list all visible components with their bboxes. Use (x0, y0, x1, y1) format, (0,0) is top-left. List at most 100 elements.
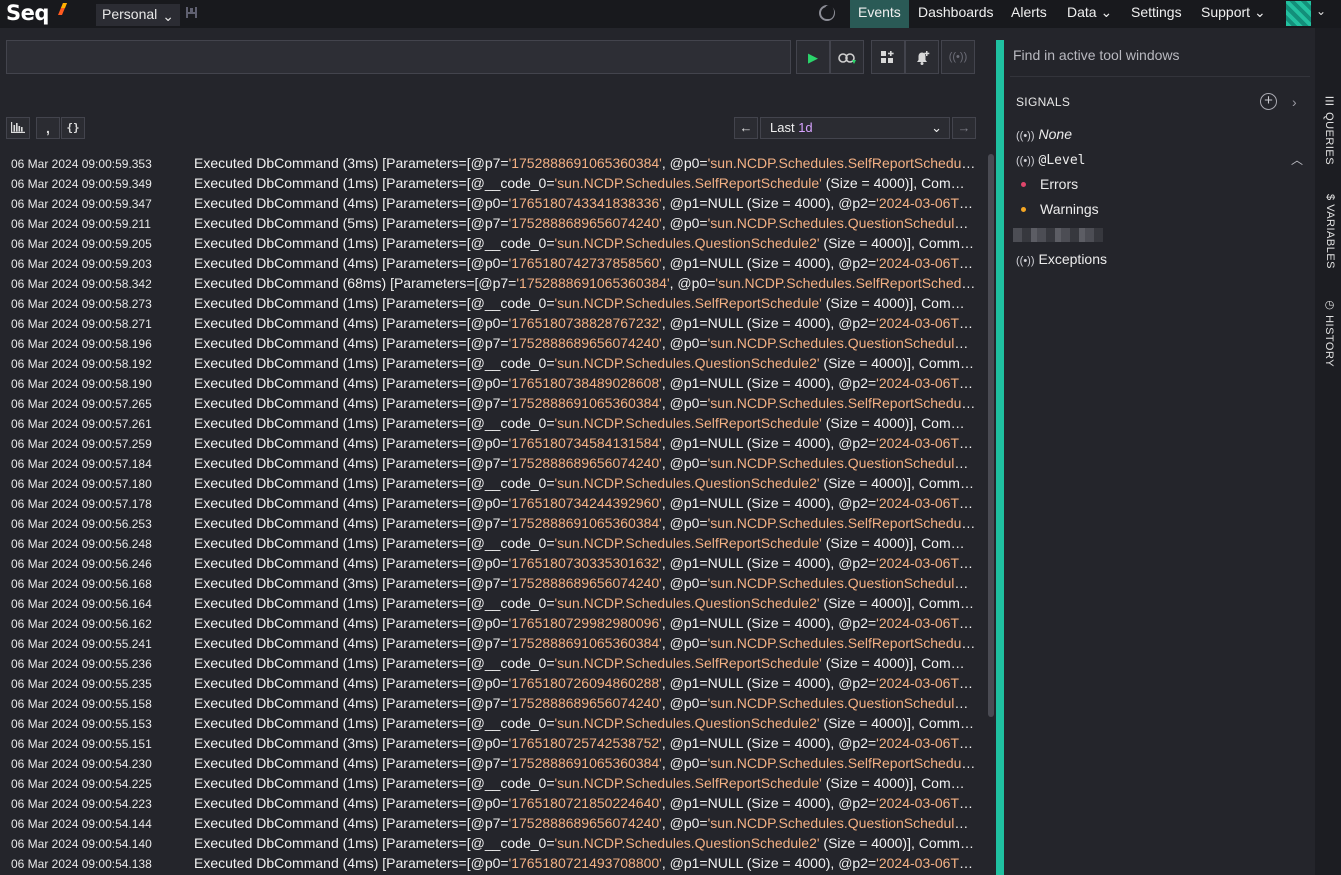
event-row[interactable]: 06 Mar 2024 09:00:54.225 Executed DbComma… (0, 774, 980, 794)
event-row[interactable]: 06 Mar 2024 09:00:55.153 Executed DbComma… (0, 714, 980, 734)
event-message: Executed DbCommand (4ms) [Parameters=[@p… (194, 855, 976, 871)
nav-support-label: Support (1201, 4, 1251, 20)
event-row[interactable]: 06 Mar 2024 09:00:57.265 Executed DbComma… (0, 394, 980, 414)
event-row[interactable]: 06 Mar 2024 09:00:55.241 Executed DbComma… (0, 634, 980, 654)
event-row[interactable]: 06 Mar 2024 09:00:56.246 Executed DbComma… (0, 554, 980, 574)
refresh-link-icon (838, 53, 856, 64)
event-timestamp: 06 Mar 2024 09:00:57.265 (11, 397, 152, 411)
app-logo[interactable]: Seq (6, 1, 49, 25)
event-row[interactable]: 06 Mar 2024 09:00:57.180 Executed DbComma… (0, 474, 980, 494)
nav-data[interactable]: Data ⌄ (1067, 0, 1112, 28)
search-query-input[interactable] (6, 40, 791, 74)
event-row[interactable]: 06 Mar 2024 09:00:58.192 Executed DbComma… (0, 354, 980, 374)
signal-none-label: None (1038, 126, 1072, 142)
event-row[interactable]: 06 Mar 2024 09:00:56.162 Executed DbComma… (0, 614, 980, 634)
event-row[interactable]: 06 Mar 2024 09:00:54.223 Executed DbComma… (0, 794, 980, 814)
signal-button[interactable]: ((•)) (941, 40, 975, 74)
warning-dot-icon (1021, 207, 1026, 212)
event-row[interactable]: 06 Mar 2024 09:00:54.144 Executed DbComma… (0, 814, 980, 834)
range-prefix: Last (770, 120, 795, 135)
event-row[interactable]: 06 Mar 2024 09:00:57.184 Executed DbComma… (0, 454, 980, 474)
comma-format-button[interactable]: , (36, 117, 60, 139)
user-avatar[interactable] (1286, 1, 1311, 26)
event-message: Executed DbCommand (4ms) [Parameters=[@p… (194, 755, 975, 771)
tab-variables[interactable]: $ VARIABLES (1320, 194, 1336, 269)
find-tool-windows-input[interactable]: Find in active tool windows (1013, 47, 1180, 63)
nav-dashboards[interactable]: Dashboards (918, 0, 994, 28)
time-range-select[interactable]: Last 1d ⌄ (760, 117, 950, 139)
redacted-signal[interactable] (1013, 228, 1103, 242)
workspace-settings-icon[interactable] (186, 7, 197, 18)
event-timestamp: 06 Mar 2024 09:00:56.162 (11, 617, 152, 631)
event-row[interactable]: 06 Mar 2024 09:00:55.235 Executed DbComma… (0, 674, 980, 694)
event-row[interactable]: 06 Mar 2024 09:00:59.205 Executed DbComma… (0, 234, 980, 254)
event-row[interactable]: 06 Mar 2024 09:00:57.259 Executed DbComma… (0, 434, 980, 454)
event-row[interactable]: 06 Mar 2024 09:00:54.230 Executed DbComma… (0, 754, 980, 774)
signal-none[interactable]: ((•)) None (1016, 126, 1072, 142)
add-alert-button[interactable] (905, 40, 939, 74)
event-row[interactable]: 06 Mar 2024 09:00:59.349 Executed DbComma… (0, 174, 980, 194)
nav-events[interactable]: Events (850, 0, 909, 28)
event-row[interactable]: 06 Mar 2024 09:00:56.248 Executed DbComma… (0, 534, 980, 554)
bell-add-icon (916, 51, 929, 65)
nav-support[interactable]: Support ⌄ (1201, 0, 1266, 28)
avatar-chevron-down-icon[interactable]: ⌄ (1316, 4, 1326, 18)
range-next-button[interactable]: → (952, 117, 976, 139)
chevron-up-icon[interactable]: ︿ (1291, 151, 1303, 168)
add-to-dashboard-button[interactable] (871, 40, 905, 74)
event-row[interactable]: 06 Mar 2024 09:00:58.273 Executed DbComma… (0, 294, 980, 314)
event-row[interactable]: 06 Mar 2024 09:00:59.211 Executed DbComma… (0, 214, 980, 234)
event-timestamp: 06 Mar 2024 09:00:54.223 (11, 797, 152, 811)
event-row[interactable]: 06 Mar 2024 09:00:54.138 Executed DbComma… (0, 854, 980, 874)
event-row[interactable]: 06 Mar 2024 09:00:58.271 Executed DbComma… (0, 314, 980, 334)
events-scrollbar[interactable] (988, 154, 994, 717)
event-row[interactable]: 06 Mar 2024 09:00:55.151 Executed DbComma… (0, 734, 980, 754)
event-message: Executed DbCommand (4ms) [Parameters=[@p… (194, 395, 975, 411)
signal-exceptions[interactable]: ((•)) Exceptions (1016, 251, 1107, 267)
event-message: Executed DbCommand (4ms) [Parameters=[@p… (194, 815, 973, 831)
event-row[interactable]: 06 Mar 2024 09:00:58.342 Executed DbComma… (0, 274, 980, 294)
add-signal-icon[interactable]: + (1260, 93, 1277, 110)
event-row[interactable]: 06 Mar 2024 09:00:57.261 Executed DbComma… (0, 414, 980, 434)
event-row[interactable]: 06 Mar 2024 09:00:58.190 Executed DbComma… (0, 374, 980, 394)
event-row[interactable]: 06 Mar 2024 09:00:56.164 Executed DbComma… (0, 594, 980, 614)
chevron-down-icon: ⌄ (931, 120, 942, 135)
event-row[interactable]: 06 Mar 2024 09:00:56.253 Executed DbComma… (0, 514, 980, 534)
events-list[interactable]: 06 Mar 2024 09:00:59.353 Executed DbComma… (0, 154, 986, 875)
panel-splitter[interactable] (996, 40, 1004, 875)
theme-toggle-icon[interactable] (819, 5, 835, 21)
event-row[interactable]: 06 Mar 2024 09:00:55.236 Executed DbComma… (0, 654, 980, 674)
nav-settings[interactable]: Settings (1131, 0, 1182, 28)
event-row[interactable]: 06 Mar 2024 09:00:56.168 Executed DbComma… (0, 574, 980, 594)
event-message: Executed DbCommand (4ms) [Parameters=[@p… (194, 455, 973, 471)
event-message: Executed DbCommand (3ms) [Parameters=[@p… (194, 735, 976, 751)
event-message: Executed DbCommand (1ms) [Parameters=[@_… (194, 835, 976, 851)
run-query-button[interactable]: ▶ (796, 40, 830, 74)
event-timestamp: 06 Mar 2024 09:00:59.203 (11, 257, 152, 271)
event-message: Executed DbCommand (3ms) [Parameters=[@p… (194, 575, 973, 591)
signal-warnings[interactable]: Warnings (1040, 201, 1099, 217)
tab-queries[interactable]: ☰ QUERIES (1320, 95, 1336, 165)
event-row[interactable]: 06 Mar 2024 09:00:58.196 Executed DbComma… (0, 334, 980, 354)
tab-history[interactable]: ◷ HISTORY (1320, 298, 1336, 367)
event-row[interactable]: 06 Mar 2024 09:00:57.178 Executed DbComma… (0, 494, 980, 514)
arrow-left-icon: ← (739, 120, 753, 135)
event-row[interactable]: 06 Mar 2024 09:00:59.353 Executed DbComma… (0, 154, 980, 174)
event-timestamp: 06 Mar 2024 09:00:58.190 (11, 377, 152, 391)
workspace-select[interactable]: Personal ⌄ (96, 4, 180, 26)
event-message: Executed DbCommand (1ms) [Parameters=[@_… (194, 535, 976, 551)
chevron-right-icon[interactable]: › (1292, 94, 1297, 110)
event-row[interactable]: 06 Mar 2024 09:00:55.158 Executed DbComma… (0, 694, 980, 714)
event-row[interactable]: 06 Mar 2024 09:00:59.203 Executed DbComma… (0, 254, 980, 274)
event-timestamp: 06 Mar 2024 09:00:55.151 (11, 737, 152, 751)
event-row[interactable]: 06 Mar 2024 09:00:54.140 Executed DbComma… (0, 834, 980, 854)
nav-alerts[interactable]: Alerts (1011, 0, 1047, 28)
range-previous-button[interactable]: ← (734, 117, 758, 139)
json-format-button[interactable]: {} (61, 117, 85, 139)
broadcast-icon: ((•)) (1016, 255, 1035, 267)
refresh-button[interactable] (830, 40, 864, 74)
histogram-toggle-button[interactable] (6, 117, 30, 139)
signal-errors[interactable]: Errors (1040, 176, 1078, 192)
event-row[interactable]: 06 Mar 2024 09:00:59.347 Executed DbComma… (0, 194, 980, 214)
signal-group-level[interactable]: ((•)) @Level (1016, 151, 1085, 168)
